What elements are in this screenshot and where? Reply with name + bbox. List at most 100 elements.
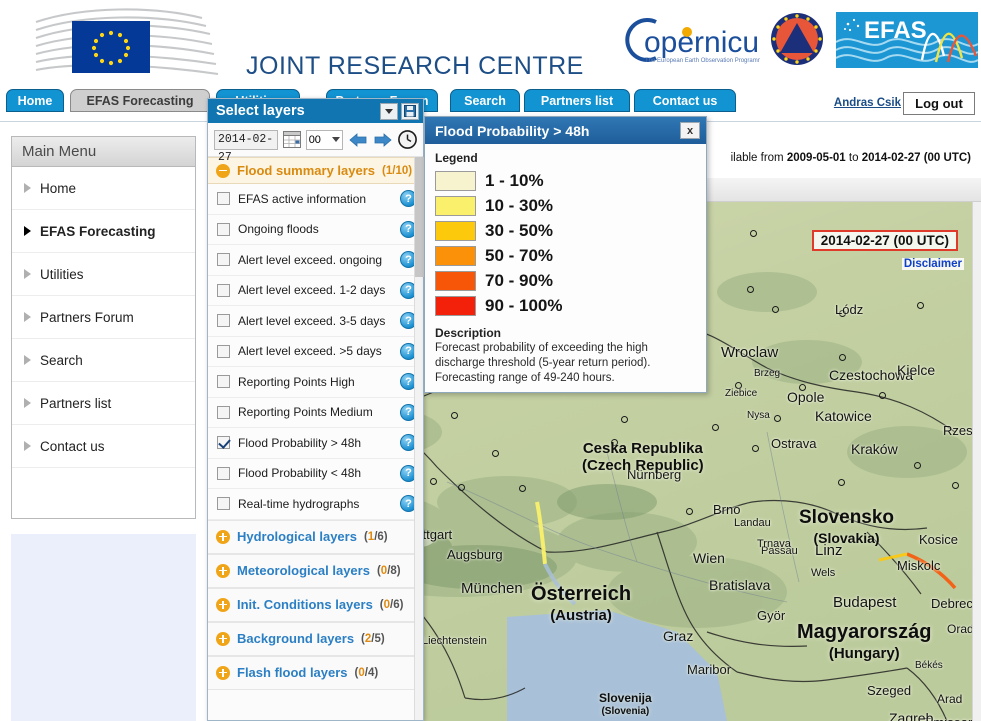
city-label-ostrava: Ostrava bbox=[771, 436, 817, 451]
layer-row-flood-probability-lt-48h[interactable]: Flood Probability < 48h ? bbox=[208, 458, 423, 489]
layer-group-flash-flood[interactable]: Flash flood layers (0/4) bbox=[208, 655, 423, 690]
city-label-trnava: Trnava bbox=[757, 538, 791, 550]
disclaimer-link[interactable]: Disclaimer bbox=[901, 258, 964, 270]
collapse-toggle-icon bbox=[216, 163, 230, 178]
nav-tab-partners-list[interactable]: Partners list bbox=[524, 89, 630, 112]
nav-tab-contact-us[interactable]: Contact us bbox=[634, 89, 736, 112]
city-dot bbox=[492, 450, 499, 457]
city-label-opole: Opole bbox=[787, 389, 825, 405]
layer-checkbox[interactable] bbox=[217, 375, 230, 389]
layer-row-flood-probability-gt-48h[interactable]: Flood Probability > 48h ? bbox=[208, 428, 423, 459]
layer-row-reporting-points-high[interactable]: Reporting Points High ? bbox=[208, 367, 423, 398]
layer-row-alert-level-exceed-3-5-days[interactable]: Alert level exceed. 3-5 days ? bbox=[208, 306, 423, 337]
layer-checkbox[interactable] bbox=[217, 344, 230, 358]
layer-group-background[interactable]: Background layers (2/5) bbox=[208, 621, 423, 656]
country-label-czech-republic: Ceska Republika (Czech Republic) bbox=[582, 440, 704, 474]
nav-tab-efas-forecasting[interactable]: EFAS Forecasting bbox=[70, 89, 210, 112]
select-layers-panel: Select layers 2014-02-27 00 Flood summar… bbox=[207, 98, 424, 721]
city-label-debrecen: Debrecen bbox=[931, 596, 972, 611]
close-icon[interactable]: x bbox=[680, 122, 700, 139]
layer-row-alert-level-exceed-gt5-days[interactable]: Alert level exceed. >5 days ? bbox=[208, 336, 423, 367]
sidebar-item-label: Search bbox=[40, 352, 83, 368]
floppy-disk-icon bbox=[404, 105, 416, 117]
sidebar-item-contact-us[interactable]: Contact us bbox=[12, 425, 195, 468]
sidebar-item-home[interactable]: Home bbox=[12, 167, 195, 210]
svg-text:The European Earth Observation: The European Earth Observation Programme bbox=[645, 58, 760, 64]
city-label-brzeg: Brzeg bbox=[754, 368, 781, 379]
previous-step-button[interactable] bbox=[348, 132, 368, 148]
date-input[interactable]: 2014-02-27 bbox=[214, 129, 278, 164]
legend-entry: 1 - 10% bbox=[435, 168, 706, 193]
layer-row-real-time-hydrographs[interactable]: Real-time hydrographs ? bbox=[208, 489, 423, 520]
layer-group-count: (0/4) bbox=[354, 666, 379, 679]
legend-swatch bbox=[435, 220, 476, 241]
layer-group-count: (2/5) bbox=[361, 632, 385, 645]
layers-panel-scroll-thumb[interactable] bbox=[415, 157, 424, 277]
caret-right-icon bbox=[24, 355, 31, 365]
map-vertical-scrollbar[interactable] bbox=[972, 202, 981, 721]
layer-checkbox[interactable] bbox=[217, 222, 230, 236]
layer-checkbox[interactable] bbox=[217, 497, 230, 511]
nav-tab-search[interactable]: Search bbox=[450, 89, 520, 112]
layer-row-reporting-points-medium[interactable]: Reporting Points Medium ? bbox=[208, 397, 423, 428]
layer-label: Real-time hydrographs bbox=[238, 496, 360, 511]
layer-group-meteorological[interactable]: Meteorological layers (0/8) bbox=[208, 553, 423, 588]
layer-row-ongoing-floods[interactable]: Ongoing floods ? bbox=[208, 214, 423, 245]
layer-group-label: Meteorological layers bbox=[237, 563, 370, 578]
logged-in-user-link[interactable]: Andras Csik bbox=[834, 97, 901, 109]
legend-entry-label: 70 - 90% bbox=[485, 270, 554, 290]
layer-group-count: (0/6) bbox=[379, 598, 404, 611]
layer-checkbox[interactable] bbox=[217, 466, 230, 480]
layer-checkbox[interactable] bbox=[217, 253, 230, 267]
calendar-icon[interactable] bbox=[282, 131, 301, 148]
layer-row-efas-active-information[interactable]: EFAS active information ? bbox=[208, 184, 423, 215]
collapse-dropdown-button[interactable] bbox=[380, 102, 398, 120]
next-step-button[interactable] bbox=[373, 132, 393, 148]
caret-right-icon bbox=[24, 226, 31, 236]
save-layers-button[interactable] bbox=[401, 102, 419, 120]
country-label-slovenia: Slovenija (Slovenia) bbox=[599, 691, 652, 718]
main-menu-title: Main Menu bbox=[12, 137, 195, 167]
main-menu-box: Main Menu Home EFAS Forecasting Utilitie… bbox=[11, 136, 196, 519]
city-dot bbox=[430, 478, 437, 485]
city-label-miskolc: Miskolc bbox=[897, 558, 941, 573]
layer-group-flood-summary[interactable]: Flood summary layers (1/10) bbox=[208, 157, 423, 184]
city-dot bbox=[774, 415, 781, 422]
legend-popup-title: Flood Probability > 48h bbox=[435, 122, 590, 139]
layer-row-alert-level-exceed-ongoing[interactable]: Alert level exceed. ongoing ? bbox=[208, 245, 423, 276]
caret-right-icon bbox=[24, 183, 31, 193]
city-label-rzeszow: Rzeszów bbox=[943, 423, 972, 438]
hour-select[interactable]: 00 bbox=[305, 129, 343, 150]
expand-toggle-icon bbox=[216, 597, 230, 612]
layer-checkbox[interactable] bbox=[217, 283, 230, 297]
sidebar-item-partners-list[interactable]: Partners list bbox=[12, 382, 195, 425]
layer-checkbox[interactable] bbox=[217, 405, 230, 419]
svg-text:opernicus: opernicus bbox=[644, 26, 760, 59]
layer-checkbox[interactable] bbox=[217, 192, 230, 206]
layer-checkbox[interactable] bbox=[217, 314, 230, 328]
sidebar-item-utilities[interactable]: Utilities bbox=[12, 253, 195, 296]
layer-group-label: Flash flood layers bbox=[237, 665, 348, 680]
layer-row-alert-level-exceed-1-2-days[interactable]: Alert level exceed. 1-2 days ? bbox=[208, 275, 423, 306]
layer-label: Alert level exceed. ongoing bbox=[238, 252, 383, 267]
caret-right-icon bbox=[24, 398, 31, 408]
layers-panel-scrollbar[interactable] bbox=[414, 157, 424, 720]
sidebar-item-partners-forum[interactable]: Partners Forum bbox=[12, 296, 195, 339]
layer-group-label: Init. Conditions layers bbox=[237, 597, 373, 612]
sidebar-item-search[interactable]: Search bbox=[12, 339, 195, 382]
layer-group-count: (0/8) bbox=[376, 564, 401, 577]
city-dot bbox=[879, 392, 886, 399]
city-dot bbox=[772, 306, 779, 313]
city-label-bratislava: Bratislava bbox=[709, 577, 771, 593]
sidebar-item-efas-forecasting[interactable]: EFAS Forecasting bbox=[12, 210, 195, 253]
page-header: JOINT RESEARCH CENTRE opernicus The Euro… bbox=[0, 0, 981, 86]
logout-button[interactable]: Log out bbox=[903, 92, 975, 115]
clock-icon[interactable] bbox=[398, 130, 417, 149]
nav-tab-home[interactable]: Home bbox=[6, 89, 64, 112]
layer-checkbox[interactable] bbox=[217, 436, 230, 450]
city-label-brno: Brno bbox=[713, 502, 741, 517]
layer-group-init-conditions[interactable]: Init. Conditions layers (0/6) bbox=[208, 587, 423, 622]
city-label-krakow: Kraków bbox=[851, 441, 898, 457]
layer-group-hydrological[interactable]: Hydrological layers (1/6) bbox=[208, 519, 423, 554]
city-dot bbox=[839, 354, 846, 361]
